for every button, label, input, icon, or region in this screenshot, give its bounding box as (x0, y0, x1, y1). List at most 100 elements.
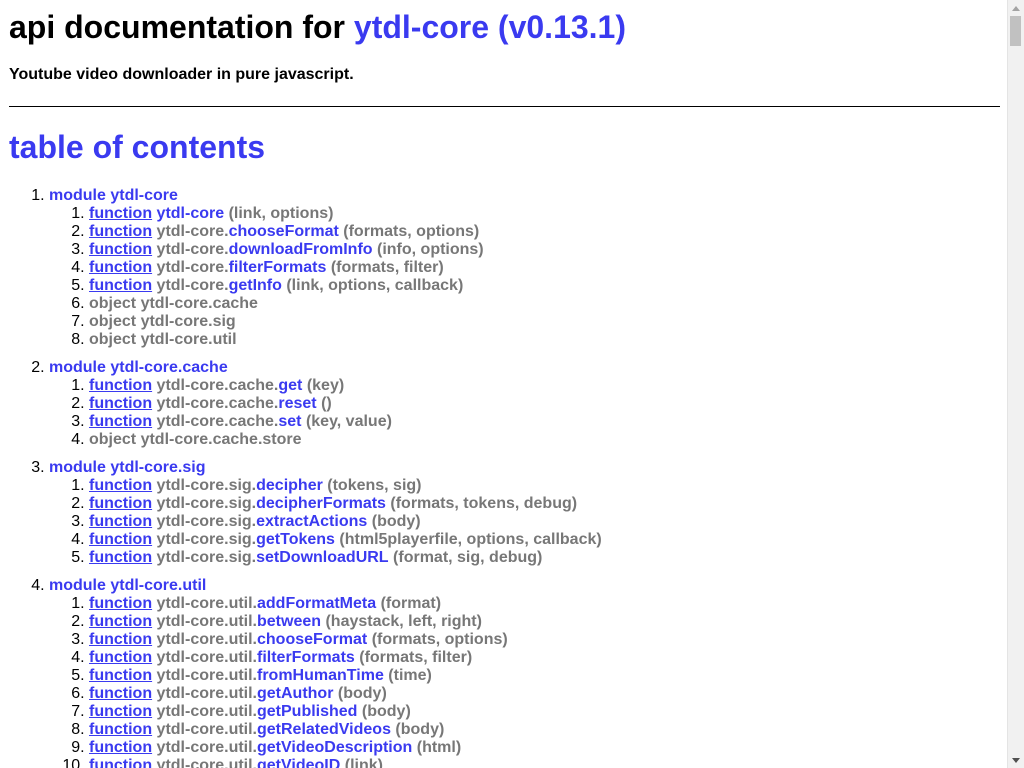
function-name-link[interactable]: filterFormats (229, 259, 327, 276)
function-keyword-link[interactable]: function (89, 739, 152, 756)
namespace-prefix: ytdl-core.sig. (156, 495, 257, 512)
function-keyword-link[interactable]: function (89, 721, 152, 738)
function-signature: (body) (337, 685, 387, 702)
function-keyword-link[interactable]: function (89, 685, 152, 702)
function-keyword-link[interactable]: function (89, 631, 152, 648)
function-keyword-link[interactable]: function (89, 495, 152, 512)
toc-module-items: function ytdl-core (link, options)functi… (49, 205, 602, 349)
function-keyword-link[interactable]: function (89, 613, 152, 630)
function-keyword-link[interactable]: function (89, 595, 152, 612)
function-name-link[interactable]: reset (278, 395, 316, 412)
namespace-prefix: ytdl-core. (156, 223, 229, 240)
namespace-prefix: ytdl-core. (156, 241, 229, 258)
toc-module: module ytdl-core.cachefunction ytdl-core… (49, 359, 602, 449)
function-name-link[interactable]: fromHumanTime (257, 667, 384, 684)
toc-item: function ytdl-core.downloadFromInfo (inf… (89, 241, 602, 259)
function-name-link[interactable]: set (278, 413, 301, 430)
function-keyword-link[interactable]: function (89, 413, 152, 430)
namespace-prefix: ytdl-core.cache. (156, 413, 279, 430)
function-keyword-link[interactable]: function (89, 531, 152, 548)
object-entry: object ytdl-core.sig (89, 313, 236, 330)
scrollbar-thumb[interactable] (1010, 16, 1021, 46)
function-name-link[interactable]: getPublished (257, 703, 357, 720)
function-keyword-link[interactable]: function (89, 205, 152, 222)
function-name-link[interactable]: getRelatedVideos (257, 721, 391, 738)
function-name-link[interactable]: ytdl-core (157, 205, 225, 222)
function-name-link[interactable]: decipherFormats (256, 495, 386, 512)
function-name-link[interactable]: getTokens (256, 531, 335, 548)
function-keyword-link[interactable]: function (89, 703, 152, 720)
function-name-link[interactable]: chooseFormat (257, 631, 367, 648)
namespace-prefix: ytdl-core.sig. (156, 477, 257, 494)
function-name-link[interactable]: filterFormats (257, 649, 355, 666)
function-keyword-link[interactable]: function (89, 549, 152, 566)
function-keyword-link[interactable]: function (89, 477, 152, 494)
function-name-link[interactable]: chooseFormat (229, 223, 339, 240)
package-tagline: Youtube video downloader in pure javascr… (9, 66, 354, 83)
toc-module-items: function ytdl-core.util.addFormatMeta (f… (49, 595, 602, 768)
arrow-down-icon (1012, 757, 1020, 763)
namespace-prefix: ytdl-core.util. (156, 757, 257, 768)
document-page: api documentation for ytdl-core (v0.13.1… (0, 0, 1007, 768)
function-name-link[interactable]: getAuthor (257, 685, 333, 702)
toc-item: object ytdl-core.util (89, 331, 602, 349)
function-keyword-link[interactable]: function (89, 513, 152, 530)
function-name-link[interactable]: getVideoDescription (257, 739, 412, 756)
module-link[interactable]: module ytdl-core.sig (49, 459, 205, 476)
scroll-up-button[interactable] (1008, 0, 1024, 16)
scroll-down-button[interactable] (1008, 752, 1024, 768)
function-keyword-link[interactable]: function (89, 649, 152, 666)
module-link[interactable]: module ytdl-core.cache (49, 359, 228, 376)
table-of-contents: module ytdl-corefunction ytdl-core (link… (9, 187, 602, 768)
function-keyword-link[interactable]: function (89, 757, 152, 768)
toc-item: function ytdl-core.getInfo (link, option… (89, 277, 602, 295)
function-signature: (key, value) (305, 413, 392, 430)
namespace-prefix: ytdl-core.util. (156, 667, 257, 684)
function-name-link[interactable]: addFormatMeta (257, 595, 376, 612)
function-keyword-link[interactable]: function (89, 277, 152, 294)
function-name-link[interactable]: decipher (256, 477, 323, 494)
function-name-link[interactable]: downloadFromInfo (229, 241, 373, 258)
toc-item: function ytdl-core.util.chooseFormat (fo… (89, 631, 602, 649)
function-name-link[interactable]: getVideoID (257, 757, 340, 768)
namespace-prefix: ytdl-core.util. (156, 721, 257, 738)
toc-item: function ytdl-core.util.addFormatMeta (f… (89, 595, 602, 613)
toc-item: function ytdl-core (link, options) (89, 205, 602, 223)
function-name-link[interactable]: extractActions (256, 513, 367, 530)
toc-module: module ytdl-core.sigfunction ytdl-core.s… (49, 459, 602, 567)
function-keyword-link[interactable]: function (89, 223, 152, 240)
namespace-prefix: ytdl-core.sig. (156, 513, 257, 530)
divider (9, 106, 1000, 107)
namespace-prefix: ytdl-core. (156, 277, 229, 294)
function-name-link[interactable]: get (278, 377, 302, 394)
function-signature: (body) (371, 513, 421, 530)
module-link[interactable]: module ytdl-core.util (49, 577, 206, 594)
toc-item: function ytdl-core.util.filterFormats (f… (89, 649, 602, 667)
package-version-link[interactable]: (v0.13.1) (498, 9, 626, 45)
function-name-link[interactable]: between (257, 613, 321, 630)
vertical-scrollbar[interactable] (1007, 0, 1024, 768)
function-signature: (link, options, callback) (286, 277, 464, 294)
arrow-up-icon (1012, 5, 1020, 11)
package-name-link[interactable]: ytdl-core (354, 9, 489, 45)
function-keyword-link[interactable]: function (89, 667, 152, 684)
function-signature: () (321, 395, 332, 412)
function-signature: (format, sig, debug) (393, 549, 543, 566)
function-keyword-link[interactable]: function (89, 395, 152, 412)
function-name-link[interactable]: setDownloadURL (256, 549, 388, 566)
function-signature: (info, options) (377, 241, 484, 258)
toc-item: object ytdl-core.sig (89, 313, 602, 331)
module-link[interactable]: module ytdl-core (49, 187, 178, 204)
toc-item: function ytdl-core.cache.reset () (89, 395, 602, 413)
toc-item: function ytdl-core.filterFormats (format… (89, 259, 602, 277)
namespace-prefix: ytdl-core.util. (156, 685, 257, 702)
function-signature: (formats, options) (343, 223, 480, 240)
function-keyword-link[interactable]: function (89, 377, 152, 394)
toc-item: function ytdl-core.util.getVideoDescript… (89, 739, 602, 757)
function-signature: (key) (306, 377, 345, 394)
function-keyword-link[interactable]: function (89, 241, 152, 258)
namespace-prefix: ytdl-core.util. (156, 739, 257, 756)
function-keyword-link[interactable]: function (89, 259, 152, 276)
object-entry: object ytdl-core.cache (89, 295, 258, 312)
function-name-link[interactable]: getInfo (229, 277, 282, 294)
